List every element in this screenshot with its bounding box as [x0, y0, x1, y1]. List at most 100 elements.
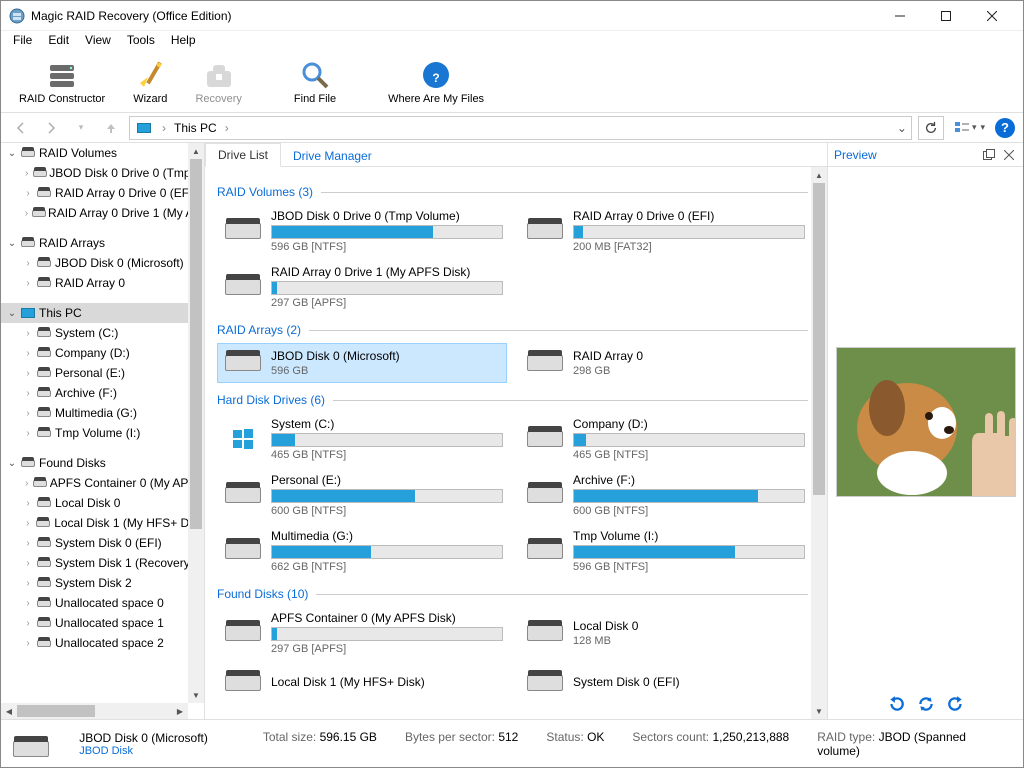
drive-item[interactable]: Local Disk 0128 MB [519, 607, 809, 659]
drive-item[interactable]: System (C:)465 GB [NTFS] [217, 413, 507, 465]
disk-icon [221, 347, 265, 379]
tree-scrollbar-vertical[interactable]: ▲ ▼ [188, 143, 204, 703]
disk-icon [523, 423, 567, 455]
tree-item[interactable]: ›RAID Array 0 Drive 0 (EFI) [1, 183, 204, 203]
drive-name: System (C:) [271, 417, 503, 431]
drive-item[interactable]: Company (D:) 465 GB [NTFS] [519, 413, 809, 465]
help-where-icon: ? [420, 59, 452, 91]
drive-item[interactable]: Archive (F:)600 GB [NTFS] [519, 469, 809, 521]
chevron-right-icon[interactable]: › [221, 121, 233, 135]
address-dropdown[interactable]: ⌄ [893, 121, 911, 135]
drive-item[interactable]: JBOD Disk 0 Drive 0 (Tmp Volume)596 GB [… [217, 205, 507, 257]
nav-history-dropdown[interactable]: ▾ [69, 116, 93, 140]
status-disk-type: JBOD Disk [79, 745, 243, 757]
disk-icon [523, 617, 567, 649]
tree-item[interactable]: ›Unallocated space 1 [1, 613, 204, 633]
status-bar: JBOD Disk 0 (Microsoft) JBOD Disk Total … [1, 719, 1023, 767]
section-header[interactable]: RAID Volumes (3)˄ [217, 185, 823, 199]
drive-item[interactable]: RAID Array 0 Drive 0 (EFI)200 MB [FAT32] [519, 205, 809, 257]
drive-name: RAID Array 0 Drive 0 (EFI) [573, 209, 805, 223]
minimize-button[interactable] [877, 1, 923, 31]
maximize-button[interactable] [923, 1, 969, 31]
tree-item[interactable]: ›Personal (E:) [1, 363, 204, 383]
view-options-button[interactable]: ▾ ▾ [950, 118, 989, 138]
tree-group[interactable]: ⌄RAID Arrays [1, 233, 204, 253]
tree-item[interactable]: ›Local Disk 0 [1, 493, 204, 513]
tree-item[interactable]: ›Unallocated space 0 [1, 593, 204, 613]
tree-item[interactable]: ›JBOD Disk 0 (Microsoft) [1, 253, 204, 273]
tree-item[interactable]: ›Multimedia (G:) [1, 403, 204, 423]
section-header[interactable]: Hard Disk Drives (6)˄ [217, 393, 823, 407]
tree-scrollbar-horizontal[interactable]: ◀ ▶ [1, 703, 188, 719]
tree-group[interactable]: ⌄RAID Volumes [1, 143, 204, 163]
close-button[interactable] [969, 1, 1015, 31]
drive-name: JBOD Disk 0 (Microsoft) [271, 349, 503, 363]
rotate-ccw-button[interactable] [887, 695, 905, 713]
help-button[interactable]: ? [995, 118, 1015, 138]
chevron-right-icon[interactable]: › [158, 121, 170, 135]
menu-tools[interactable]: Tools [119, 31, 163, 51]
drive-meta: 465 GB [NTFS] [573, 449, 805, 461]
drive-name: RAID Array 0 Drive 1 (My APFS Disk) [271, 265, 503, 279]
tree-item[interactable]: ›JBOD Disk 0 Drive 0 (Tmp Volume) [1, 163, 204, 183]
drive-item[interactable]: System Disk 0 (EFI) [519, 663, 809, 703]
tree-item[interactable]: ›RAID Array 0 [1, 273, 204, 293]
drive-name: Company (D:) [573, 417, 805, 431]
tree-item[interactable]: ›Unallocated space 2 [1, 633, 204, 653]
drive-meta: 298 GB [573, 365, 805, 377]
drive-item[interactable]: Local Disk 1 (My HFS+ Disk) [217, 663, 507, 703]
drive-item[interactable]: APFS Container 0 (My APFS Disk)297 GB [A… [217, 607, 507, 659]
refresh-button[interactable] [918, 116, 944, 140]
drive-item[interactable]: Tmp Volume (I:)596 GB [NTFS] [519, 525, 809, 577]
tree-item[interactable]: ›RAID Array 0 Drive 1 (My APFS Disk) [1, 203, 204, 223]
tree-item[interactable]: ›Company (D:) [1, 343, 204, 363]
breadcrumb-root[interactable]: This PC [170, 121, 221, 135]
drive-meta: 128 MB [573, 635, 805, 647]
tree-item[interactable]: ›System Disk 0 (EFI) [1, 533, 204, 553]
section-header[interactable]: RAID Arrays (2)˄ [217, 323, 823, 337]
preview-panel: Preview [827, 143, 1023, 719]
disk-icon [221, 667, 265, 699]
tree-item[interactable]: ›Archive (F:) [1, 383, 204, 403]
status-disk-name: JBOD Disk 0 (Microsoft) [79, 731, 243, 745]
tool-find-file[interactable]: Find File [284, 57, 346, 107]
tree-item[interactable]: ›System Disk 1 (Recovery) [1, 553, 204, 573]
nav-back[interactable] [9, 116, 33, 140]
drive-item[interactable]: RAID Array 0 Drive 1 (My APFS Disk)297 G… [217, 261, 507, 313]
nav-up[interactable] [99, 116, 123, 140]
drive-meta: 297 GB [APFS] [271, 643, 503, 655]
tree-group[interactable]: ⌄This PC [1, 303, 204, 323]
window-title: Magic RAID Recovery (Office Edition) [31, 9, 877, 23]
navigation-tree: ⌄RAID Volumes›JBOD Disk 0 Drive 0 (Tmp V… [1, 143, 205, 719]
tree-group[interactable]: ⌄Found Disks [1, 453, 204, 473]
tree-item[interactable]: ›Tmp Volume (I:) [1, 423, 204, 443]
drive-item[interactable]: Personal (E:)600 GB [NTFS] [217, 469, 507, 521]
menu-edit[interactable]: Edit [40, 31, 77, 51]
rotate-cw-button[interactable] [947, 695, 965, 713]
section-header[interactable]: Found Disks (10)˄ [217, 587, 823, 601]
address-bar[interactable]: › This PC › ⌄ [129, 116, 912, 140]
tab-drive-manager[interactable]: Drive Manager [281, 143, 384, 166]
tree-item[interactable]: ›System (C:) [1, 323, 204, 343]
preview-popout-button[interactable] [981, 147, 997, 163]
menu-view[interactable]: View [77, 31, 119, 51]
content-scrollbar-vertical[interactable]: ▲ ▼ [811, 167, 827, 719]
tree-item[interactable]: ›Local Disk 1 (My HFS+ Disk) [1, 513, 204, 533]
drive-list-panel: Drive List Drive Manager RAID Volumes (3… [205, 143, 827, 719]
tool-where-files[interactable]: ? Where Are My Files [378, 57, 494, 107]
menu-file[interactable]: File [5, 31, 40, 51]
tree-item[interactable]: ›System Disk 2 [1, 573, 204, 593]
tab-drive-list[interactable]: Drive List [205, 143, 281, 167]
disk-icon [523, 215, 567, 247]
tree-item[interactable]: ›APFS Container 0 (My APFS Disk) [1, 473, 204, 493]
tool-raid-constructor[interactable]: RAID Constructor [9, 57, 115, 107]
drive-name: Personal (E:) [271, 473, 503, 487]
tool-wizard[interactable]: Wizard [123, 57, 177, 107]
refresh-preview-button[interactable] [917, 695, 935, 713]
preview-close-button[interactable] [1001, 147, 1017, 163]
drive-item[interactable]: RAID Array 0298 GB [519, 343, 809, 383]
nav-forward[interactable] [39, 116, 63, 140]
menu-help[interactable]: Help [163, 31, 204, 51]
drive-item[interactable]: Multimedia (G:)662 GB [NTFS] [217, 525, 507, 577]
drive-item[interactable]: JBOD Disk 0 (Microsoft)596 GB [217, 343, 507, 383]
